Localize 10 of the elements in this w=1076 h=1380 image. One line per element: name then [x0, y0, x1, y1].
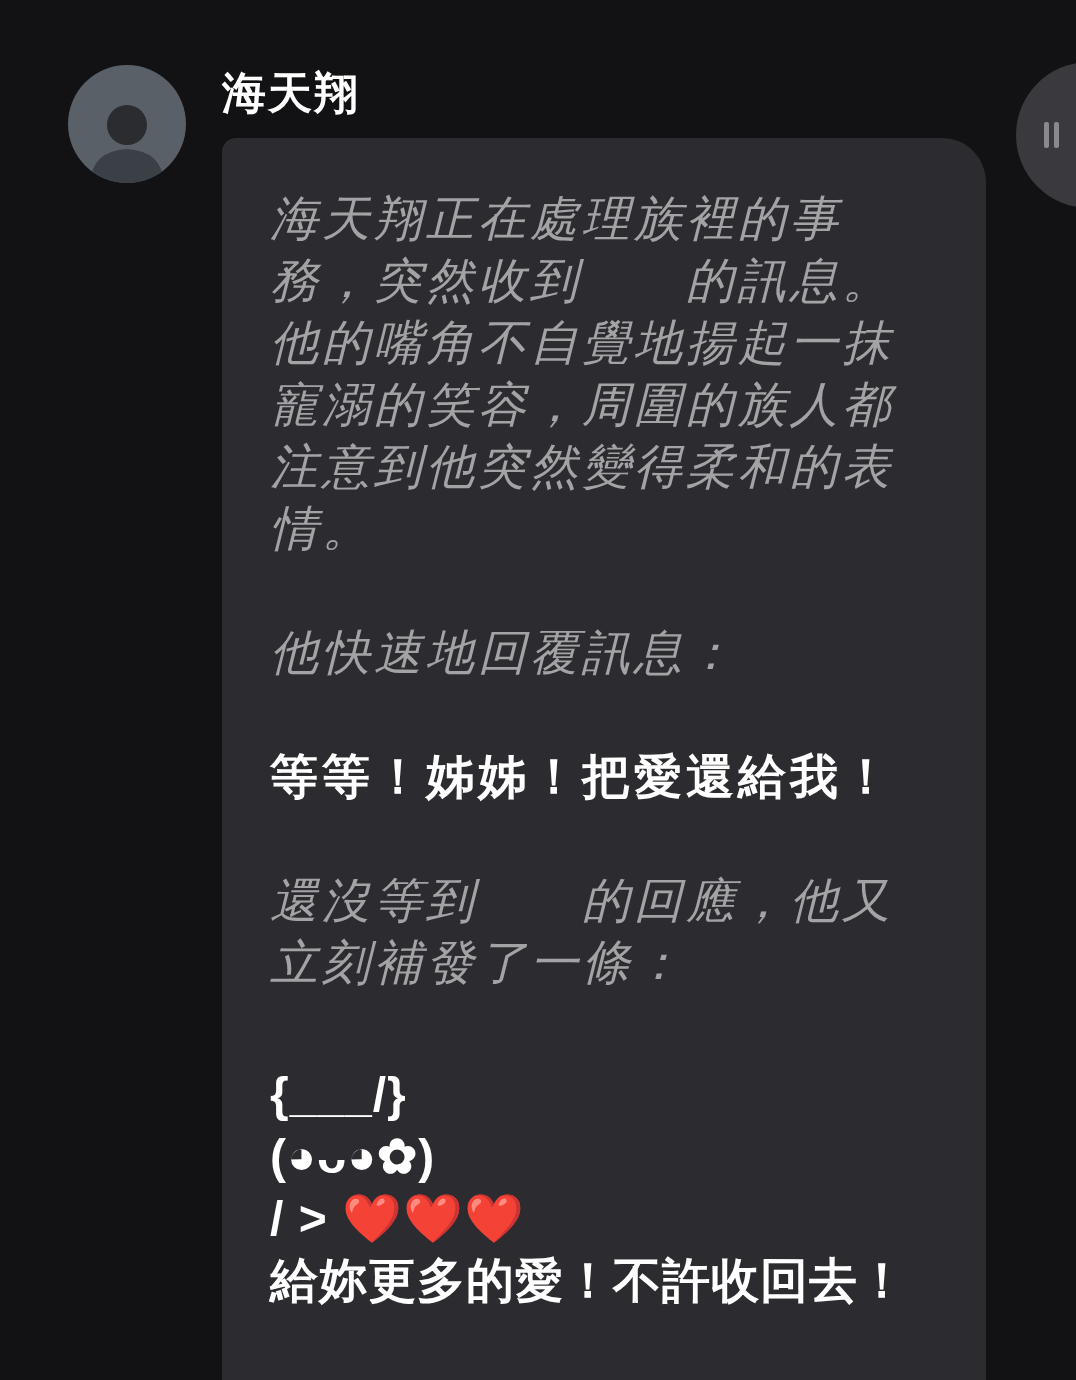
- message-line: / > ❤❤❤: [270, 1191, 526, 1247]
- sender-name: 海天翔: [222, 71, 361, 115]
- message-line: 給妳更多的愛！不許收回去！: [270, 1253, 907, 1309]
- message-line: (◕ᴗ◕✿): [270, 1129, 436, 1185]
- narration-text: 海天翔正在處理族裡的事務，突然收到 的訊息。他的嘴角不自覺地揚起一抹寵溺的笑容，周圍的族人都注意到他突然變得柔和的表情。: [270, 188, 910, 560]
- narration-text: 還沒等到 的回應，他又立刻補發了一條：: [270, 873, 895, 991]
- pause-icon: [1044, 122, 1060, 148]
- narration-text: 他快速地回覆訊息：: [270, 625, 739, 681]
- dialogue-text: 等等！姊姊！把愛還給我！: [270, 749, 895, 805]
- message-line: {___/}: [270, 1067, 407, 1123]
